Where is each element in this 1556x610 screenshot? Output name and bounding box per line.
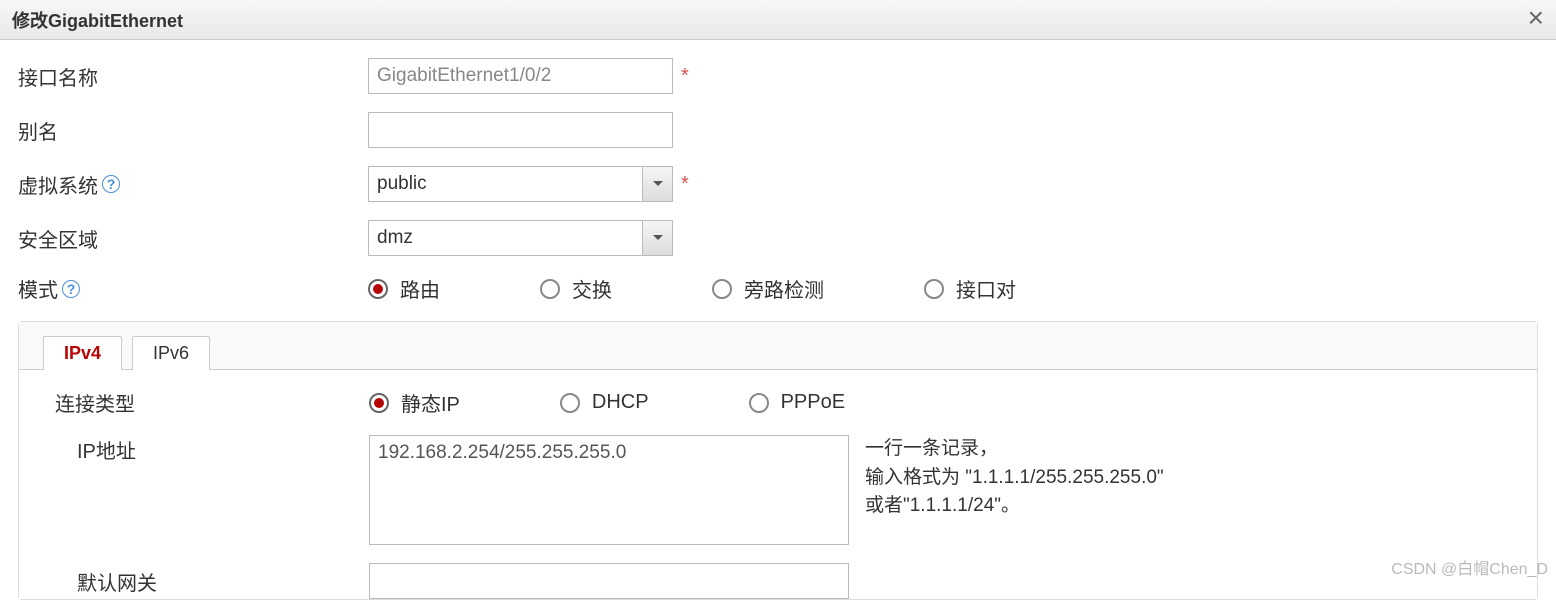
tab-content-ipv4: 连接类型 静态IP DHCP PPPoE xyxy=(19,369,1537,599)
row-mode: 模式 ? 路由 交换 旁路检测 接口对 xyxy=(18,274,1538,303)
ip-address-textarea[interactable] xyxy=(369,435,849,545)
conn-radio-dhcp[interactable]: DHCP xyxy=(560,391,649,414)
required-marker: * xyxy=(681,65,689,88)
virtual-system-select[interactable]: public xyxy=(368,166,673,202)
chevron-down-icon xyxy=(642,167,672,201)
mode-radio-switch-label: 交换 xyxy=(572,274,612,303)
radio-icon xyxy=(924,279,944,299)
ip-hint-line2: 输入格式为 "1.1.1.1/255.255.255.0" xyxy=(865,464,1164,493)
label-alias: 别名 xyxy=(18,116,368,145)
conn-radio-static-label: 静态IP xyxy=(401,388,460,417)
label-mode-text: 模式 xyxy=(18,274,58,303)
dialog-header: 修改GigabitEthernet × xyxy=(0,0,1556,40)
label-virtual-system: 虚拟系统 ? xyxy=(18,170,368,199)
mode-radio-pair-label: 接口对 xyxy=(956,274,1016,303)
label-virtual-system-text: 虚拟系统 xyxy=(18,170,98,199)
radio-icon xyxy=(749,393,769,413)
label-default-gateway: 默认网关 xyxy=(55,567,369,596)
required-marker: * xyxy=(681,173,689,196)
radio-icon xyxy=(560,393,580,413)
mode-radio-pair[interactable]: 接口对 xyxy=(924,274,1016,303)
label-mode: 模式 ? xyxy=(18,274,368,303)
ip-tabs: IPv4 IPv6 xyxy=(19,322,1537,370)
conn-radio-pppoe-label: PPPoE xyxy=(781,391,845,414)
security-zone-select[interactable]: dmz xyxy=(368,220,673,256)
chevron-down-icon xyxy=(642,221,672,255)
default-gateway-input[interactable] xyxy=(369,563,849,599)
ip-hint-line3: 或者"1.1.1.1/24"。 xyxy=(865,492,1164,521)
mode-radio-group: 路由 交换 旁路检测 接口对 xyxy=(368,274,1016,303)
virtual-system-value: public xyxy=(377,173,427,195)
close-icon[interactable]: × xyxy=(1528,4,1544,32)
label-ip-address: IP地址 xyxy=(55,435,369,464)
dialog-title: 修改GigabitEthernet xyxy=(12,7,183,33)
mode-radio-switch[interactable]: 交换 xyxy=(540,274,612,303)
row-ip-address: IP地址 一行一条记录， 输入格式为 "1.1.1.1/255.255.255.… xyxy=(55,435,1537,545)
security-zone-value: dmz xyxy=(377,227,413,249)
conn-radio-pppoe[interactable]: PPPoE xyxy=(749,391,845,414)
conn-radio-static[interactable]: 静态IP xyxy=(369,388,460,417)
radio-icon xyxy=(540,279,560,299)
help-icon[interactable]: ? xyxy=(62,280,80,298)
row-interface-name: 接口名称 * xyxy=(18,58,1538,94)
help-icon[interactable]: ? xyxy=(102,175,120,193)
label-interface-name: 接口名称 xyxy=(18,62,368,91)
row-virtual-system: 虚拟系统 ? public * xyxy=(18,166,1538,202)
alias-input[interactable] xyxy=(368,112,673,148)
form-body: 接口名称 * 别名 虚拟系统 ? public * 安全区域 dmz xyxy=(0,40,1556,600)
label-connection-type: 连接类型 xyxy=(55,388,369,417)
conn-radio-group: 静态IP DHCP PPPoE xyxy=(369,388,845,417)
label-security-zone: 安全区域 xyxy=(18,224,368,253)
mode-radio-bypass[interactable]: 旁路检测 xyxy=(712,274,824,303)
mode-radio-route-label: 路由 xyxy=(400,274,440,303)
mode-radio-route[interactable]: 路由 xyxy=(368,274,440,303)
row-default-gateway: 默认网关 xyxy=(55,563,1537,599)
mode-radio-bypass-label: 旁路检测 xyxy=(744,274,824,303)
interface-name-input xyxy=(368,58,673,94)
row-alias: 别名 xyxy=(18,112,1538,148)
radio-icon xyxy=(712,279,732,299)
ip-hint-line1: 一行一条记录， xyxy=(865,435,1164,464)
row-connection-type: 连接类型 静态IP DHCP PPPoE xyxy=(55,388,1537,417)
ip-hint: 一行一条记录， 输入格式为 "1.1.1.1/255.255.255.0" 或者… xyxy=(865,435,1164,521)
radio-icon xyxy=(369,393,389,413)
row-security-zone: 安全区域 dmz xyxy=(18,220,1538,256)
tab-ipv6[interactable]: IPv6 xyxy=(132,336,210,370)
ip-config-panel: IPv4 IPv6 连接类型 静态IP DHCP xyxy=(18,321,1538,600)
watermark: CSDN @白帽Chen_D xyxy=(1391,555,1548,579)
radio-icon xyxy=(368,279,388,299)
tab-ipv4[interactable]: IPv4 xyxy=(43,336,122,370)
conn-radio-dhcp-label: DHCP xyxy=(592,391,649,414)
